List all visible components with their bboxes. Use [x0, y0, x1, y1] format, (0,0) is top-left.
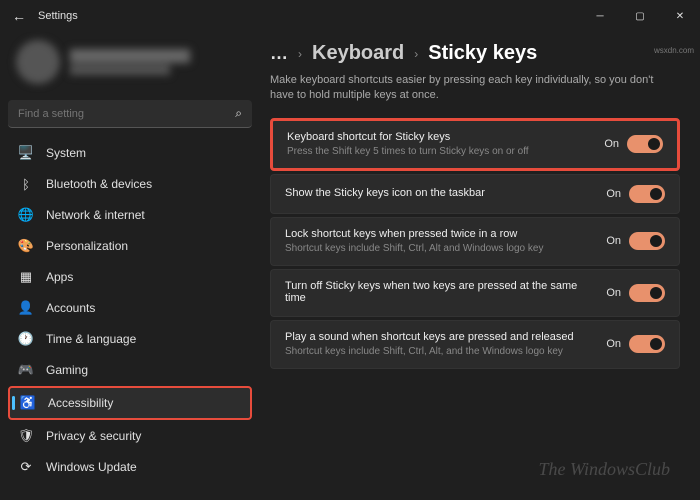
maximize-button[interactable]: ▢: [620, 0, 660, 32]
accounts-icon: 👤: [18, 300, 34, 316]
search-input[interactable]: [18, 108, 208, 120]
sidebar-item-apps[interactable]: ▦ Apps: [8, 262, 252, 292]
setting-keyboard-shortcut[interactable]: Keyboard shortcut for Sticky keys Press …: [270, 118, 680, 171]
search-icon: ⌕: [235, 106, 242, 121]
sidebar-item-time[interactable]: 🕐 Time & language: [8, 324, 252, 354]
toggle-state: On: [606, 235, 621, 247]
setting-title: Lock shortcut keys when pressed twice in…: [285, 228, 596, 240]
toggle-state: On: [604, 138, 619, 150]
sidebar-item-update[interactable]: ⟳ Windows Update: [8, 452, 252, 482]
time-icon: 🕐: [18, 331, 34, 347]
toggle-state: On: [606, 188, 621, 200]
sidebar-item-label: Privacy & security: [46, 429, 141, 443]
sidebar-item-label: Time & language: [46, 332, 136, 346]
privacy-icon: 🛡: [18, 428, 34, 444]
personalization-icon: 🎨: [18, 238, 34, 254]
accessibility-icon: ♿: [20, 395, 36, 411]
setting-title: Keyboard shortcut for Sticky keys: [287, 131, 594, 143]
close-button[interactable]: ✕: [660, 0, 700, 32]
sidebar-item-accessibility[interactable]: ♿ Accessibility: [8, 386, 252, 420]
toggle-switch[interactable]: [627, 135, 663, 153]
sidebar-item-label: Gaming: [46, 363, 88, 377]
toggle-state: On: [606, 338, 621, 350]
breadcrumb-more[interactable]: …: [270, 43, 288, 64]
sidebar-item-label: Network & internet: [46, 208, 145, 222]
setting-desc: Shortcut keys include Shift, Ctrl, Alt, …: [285, 345, 596, 358]
sidebar-item-personalization[interactable]: 🎨 Personalization: [8, 231, 252, 261]
sidebar-item-system[interactable]: 🖥️ System: [8, 138, 252, 168]
toggle-state: On: [606, 287, 621, 299]
gaming-icon: 🎮: [18, 362, 34, 378]
setting-play-sound[interactable]: Play a sound when shortcut keys are pres…: [270, 320, 680, 369]
user-account[interactable]: [8, 32, 252, 92]
sidebar-item-network[interactable]: 🌐 Network & internet: [8, 200, 252, 230]
search-input-container[interactable]: ⌕: [8, 100, 252, 128]
setting-turn-off-two-keys[interactable]: Turn off Sticky keys when two keys are p…: [270, 269, 680, 317]
sidebar-item-label: Apps: [46, 270, 73, 284]
avatar: [16, 40, 60, 84]
sidebar-item-label: System: [46, 146, 86, 160]
sidebar-item-gaming[interactable]: 🎮 Gaming: [8, 355, 252, 385]
minimize-button[interactable]: ─: [580, 0, 620, 32]
sidebar-item-privacy[interactable]: 🛡 Privacy & security: [8, 421, 252, 451]
toggle-switch[interactable]: [629, 185, 665, 203]
bluetooth-icon: ᛒ: [18, 176, 34, 192]
chevron-right-icon: ›: [414, 47, 418, 61]
network-icon: 🌐: [18, 207, 34, 223]
toggle-switch[interactable]: [629, 232, 665, 250]
toggle-switch[interactable]: [629, 284, 665, 302]
setting-title: Show the Sticky keys icon on the taskbar: [285, 187, 596, 199]
source-tag: wsxdn.com: [654, 46, 694, 55]
chevron-right-icon: ›: [298, 47, 302, 61]
back-button[interactable]: ←: [12, 8, 26, 24]
setting-taskbar-icon[interactable]: Show the Sticky keys icon on the taskbar…: [270, 174, 680, 214]
sidebar-item-label: Windows Update: [46, 460, 137, 474]
sidebar-item-label: Accounts: [46, 301, 95, 315]
sidebar-item-bluetooth[interactable]: ᛒ Bluetooth & devices: [8, 169, 252, 199]
page-description: Make keyboard shortcuts easier by pressi…: [270, 73, 680, 104]
apps-icon: ▦: [18, 269, 34, 285]
setting-desc: Shortcut keys include Shift, Ctrl, Alt a…: [285, 242, 596, 255]
sidebar-item-label: Accessibility: [48, 396, 113, 410]
setting-title: Play a sound when shortcut keys are pres…: [285, 331, 596, 343]
setting-desc: Press the Shift key 5 times to turn Stic…: [287, 145, 594, 158]
toggle-switch[interactable]: [629, 335, 665, 353]
breadcrumb: … › Keyboard › Sticky keys: [270, 42, 680, 65]
sidebar-item-label: Bluetooth & devices: [46, 177, 152, 191]
sidebar-item-label: Personalization: [46, 239, 128, 253]
window-title: Settings: [38, 10, 78, 22]
update-icon: ⟳: [18, 459, 34, 475]
setting-title: Turn off Sticky keys when two keys are p…: [285, 280, 596, 304]
breadcrumb-current: Sticky keys: [428, 42, 537, 65]
sidebar-item-accounts[interactable]: 👤 Accounts: [8, 293, 252, 323]
system-icon: 🖥️: [18, 145, 34, 161]
breadcrumb-parent[interactable]: Keyboard: [312, 42, 404, 65]
setting-lock-keys[interactable]: Lock shortcut keys when pressed twice in…: [270, 217, 680, 266]
